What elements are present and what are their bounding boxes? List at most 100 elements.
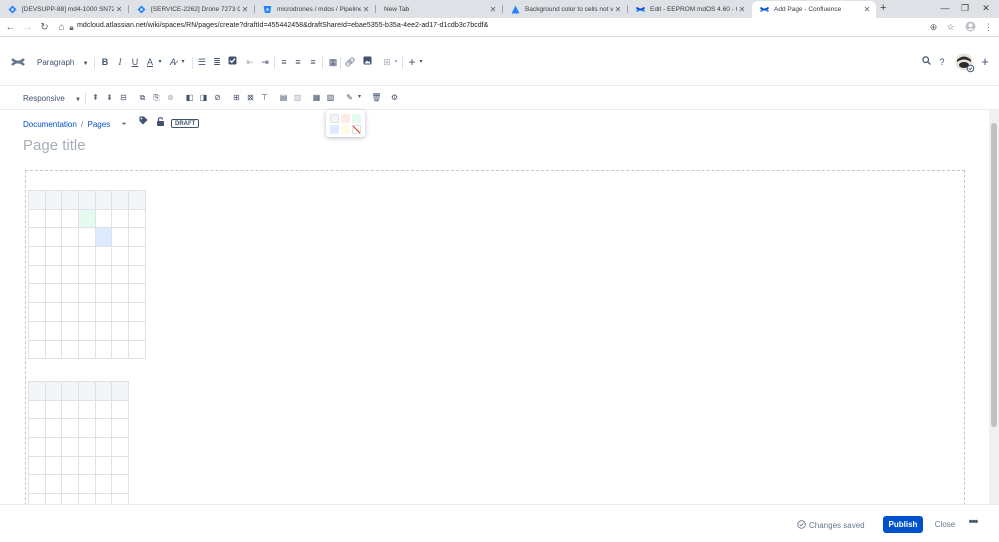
table-cell[interactable] <box>94 208 113 229</box>
table-cell[interactable] <box>61 227 80 248</box>
color-swatch[interactable] <box>352 114 361 123</box>
forward-arrow-icon[interactable]: → <box>21 21 34 34</box>
table-cell[interactable] <box>61 302 80 322</box>
bullet-list-icon[interactable]: ☰ <box>195 55 209 69</box>
publish-button[interactable]: Publish <box>883 516 923 533</box>
content-table[interactable] <box>28 190 146 360</box>
insert-column-after-icon[interactable]: ◨ <box>198 92 209 103</box>
table-header-cell[interactable] <box>61 190 80 210</box>
close-tab-icon[interactable]: ✕ <box>737 5 747 14</box>
close-tab-icon[interactable]: ✕ <box>361 5 371 14</box>
table-header-cell[interactable] <box>44 381 63 401</box>
table-cell[interactable] <box>128 264 146 285</box>
table-cell[interactable] <box>44 302 63 322</box>
chevron-down-icon[interactable]: ▾ <box>354 92 365 103</box>
table-cell[interactable] <box>28 264 46 285</box>
table-cell[interactable] <box>128 302 146 322</box>
table-header-cell[interactable] <box>28 190 46 210</box>
search-icon[interactable] <box>919 55 933 69</box>
table-cell[interactable] <box>61 264 80 285</box>
table-cell[interactable] <box>94 320 113 341</box>
table-cell[interactable] <box>28 339 46 360</box>
table-cell[interactable] <box>28 455 46 476</box>
confluence-logo-icon[interactable] <box>11 55 25 74</box>
text-style-dropdown[interactable]: Paragraph ▼ <box>37 58 89 67</box>
table-cell[interactable] <box>28 227 46 248</box>
table-cell[interactable] <box>44 264 63 285</box>
page-layout-icon[interactable]: ▦ <box>326 55 340 69</box>
browser-menu-icon[interactable]: ⋮ <box>982 21 995 34</box>
table-cell[interactable] <box>61 320 80 341</box>
table-cell[interactable] <box>111 283 130 304</box>
outdent-icon[interactable]: ⇤ <box>243 55 257 69</box>
table-cell[interactable] <box>44 455 63 476</box>
column-width-icon[interactable]: ▧ <box>325 92 336 103</box>
table-cell[interactable] <box>94 246 113 266</box>
browser-tab[interactable]: microdrones / mdos / Pipelines ... ✕ <box>255 1 375 18</box>
table-cell[interactable] <box>94 339 113 360</box>
table-cell[interactable] <box>78 455 96 476</box>
page-body-editor[interactable] <box>25 170 965 510</box>
minimize-icon[interactable]: — <box>935 2 955 14</box>
table-cell[interactable] <box>111 320 130 341</box>
table-cell[interactable] <box>78 227 96 248</box>
table-cell[interactable] <box>44 283 63 304</box>
table-header-cell[interactable] <box>28 381 46 401</box>
more-options-button[interactable]: ••• <box>964 517 982 531</box>
label-tag-icon[interactable] <box>136 116 150 130</box>
close-tab-icon[interactable]: ✕ <box>114 5 124 14</box>
color-swatch[interactable] <box>330 125 339 134</box>
table-cell[interactable] <box>78 283 96 304</box>
table-cell[interactable] <box>94 227 113 248</box>
table-cell[interactable] <box>44 246 63 266</box>
table-cell[interactable] <box>78 399 96 420</box>
table-cell[interactable] <box>44 437 63 457</box>
table-cell[interactable] <box>78 474 96 495</box>
indent-icon[interactable]: ⇥ <box>258 55 272 69</box>
table-cell[interactable] <box>128 320 146 341</box>
table-cell[interactable] <box>78 264 96 285</box>
table-cell[interactable] <box>128 283 146 304</box>
table-cell[interactable] <box>78 320 96 341</box>
cut-row-icon[interactable]: ⊟ <box>118 92 129 103</box>
table-header-icon[interactable]: ⊤ <box>259 92 270 103</box>
chevron-down-icon[interactable]: ▾ <box>414 55 428 69</box>
align-center-icon[interactable]: ≡ <box>291 55 305 69</box>
table-cell[interactable] <box>78 339 96 360</box>
table-header-cell[interactable] <box>94 381 113 401</box>
help-icon[interactable]: ? <box>935 55 949 69</box>
table-cell[interactable] <box>94 418 113 439</box>
table-cell[interactable] <box>94 302 113 322</box>
table-cell[interactable] <box>111 474 130 495</box>
page-title-input[interactable]: Page title <box>23 137 86 154</box>
insert-column-before-icon[interactable]: ◧ <box>184 92 195 103</box>
align-left-icon[interactable]: ≡ <box>277 55 291 69</box>
browser-tab[interactable]: Edit - EEPROM mdOS 4.60 - Con... ✕ <box>628 1 751 18</box>
table-cell[interactable] <box>78 302 96 322</box>
table-cell[interactable] <box>44 320 63 341</box>
close-tab-icon[interactable]: ✕ <box>613 5 623 14</box>
table-cell[interactable] <box>78 437 96 457</box>
table-cell[interactable] <box>111 418 130 439</box>
table-header-cell[interactable] <box>61 381 80 401</box>
table-cell[interactable] <box>128 339 146 360</box>
align-right-icon[interactable]: ≡ <box>306 55 320 69</box>
close-button[interactable]: Close <box>932 516 958 533</box>
browser-tab[interactable]: New Tab ✕ <box>376 1 502 18</box>
restrictions-lock-icon[interactable] <box>153 116 167 130</box>
color-swatch[interactable] <box>341 125 350 134</box>
numbered-list-icon[interactable]: ≣ <box>210 55 224 69</box>
underline-icon[interactable]: U <box>128 55 142 69</box>
table-cell[interactable] <box>94 455 113 476</box>
breadcrumb-pages-link[interactable]: Pages <box>88 120 111 129</box>
delete-row-icon[interactable]: ⊗ <box>165 92 176 103</box>
insert-row-above-icon[interactable]: ⇞ <box>90 92 101 103</box>
table-cell[interactable] <box>111 208 130 229</box>
bold-icon[interactable]: B <box>98 55 112 69</box>
new-tab-button[interactable]: + <box>880 2 886 14</box>
table-cell[interactable] <box>78 418 96 439</box>
layout-mode-dropdown[interactable]: Responsive ▼ <box>23 94 81 103</box>
table-cell[interactable] <box>44 208 63 229</box>
table-cell[interactable] <box>61 283 80 304</box>
link-icon[interactable]: 🔗︎ <box>343 55 357 69</box>
